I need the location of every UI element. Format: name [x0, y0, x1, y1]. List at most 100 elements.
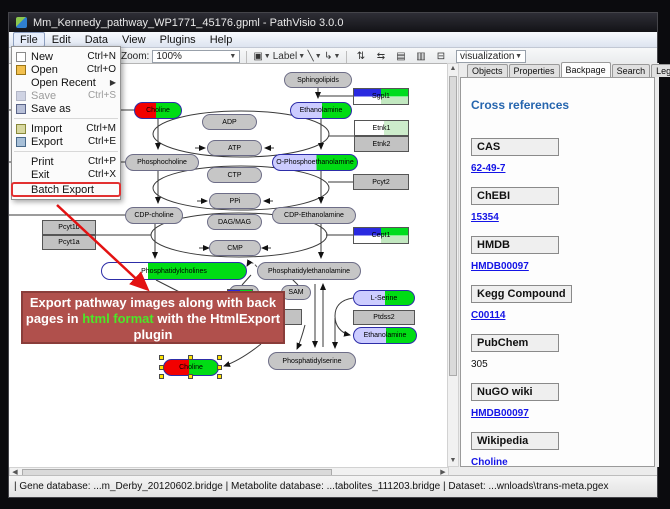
- menu-file[interactable]: File: [13, 32, 45, 47]
- node-dag-mag-14[interactable]: DAG/MAG: [207, 214, 262, 230]
- align-center-button[interactable]: ⇅: [353, 50, 368, 64]
- connector-tool-button-icon: ↳: [324, 51, 332, 62]
- file-menu-item-print[interactable]: PrintCtrl+P: [12, 155, 120, 168]
- file-menu-item-open-recent[interactable]: Open Recent▶: [12, 76, 120, 89]
- menu-item-shortcut: Ctrl+M: [86, 123, 116, 134]
- crossref-link[interactable]: 15354: [471, 212, 499, 223]
- node-phosphatidylethanolamine-21[interactable]: Phosphatidylethanolamine: [257, 262, 361, 280]
- visualization-combobox[interactable]: visualization ▼: [456, 50, 526, 63]
- node-cept1-16[interactable]: Cept1: [353, 227, 409, 244]
- node-o-phosphoethanolamine-9[interactable]: O-Phosphoethanolamine: [272, 154, 358, 171]
- menu-item-label: Open: [31, 64, 82, 76]
- node-ppi-12[interactable]: PPi: [209, 193, 261, 209]
- stack-horizontal-icon: ▥: [416, 51, 425, 62]
- node-etnk2-6[interactable]: Etnk2: [354, 136, 409, 152]
- file-menu-item-save-as[interactable]: Save as: [12, 102, 120, 115]
- menu-data[interactable]: Data: [78, 32, 115, 47]
- blank-icon: [16, 170, 26, 180]
- crossref-value: 305: [471, 359, 488, 370]
- file-menu-item-export[interactable]: ExportCtrl+E: [12, 135, 120, 148]
- node-atp-7[interactable]: ATP: [207, 140, 262, 156]
- zoom-combobox[interactable]: 100% ▼: [152, 50, 240, 63]
- tab-properties[interactable]: Properties: [509, 64, 560, 77]
- line-tool-button-icon: ╲: [308, 51, 314, 62]
- crossref-link[interactable]: HMDB00097: [471, 261, 529, 272]
- toolbar-align: ⇅⇆▤▥⊟⊏: [353, 50, 468, 64]
- zoom-value: 100%: [156, 51, 182, 62]
- canvas-vertical-scrollbar[interactable]: ▲ ▼: [447, 63, 459, 467]
- file-menu-item-exit[interactable]: ExitCtrl+X: [12, 168, 120, 181]
- node-l-serine-25[interactable]: L-Serine: [353, 290, 415, 306]
- crossref-link[interactable]: 62-49-7: [471, 163, 505, 174]
- node-etnk1-5[interactable]: Etnk1: [354, 120, 409, 136]
- side-panel: ObjectsPropertiesBackpageSearchLegend Cr…: [459, 63, 659, 467]
- section-header: NuGO wiki: [471, 383, 559, 401]
- menu-view[interactable]: View: [115, 32, 153, 47]
- selection-handle[interactable]: [188, 355, 193, 360]
- toolbar-separator: [246, 51, 247, 63]
- blank-icon: [16, 157, 26, 167]
- menu-separator: [14, 118, 118, 119]
- selection-handle[interactable]: [217, 365, 222, 370]
- common-size-button[interactable]: ⊟: [433, 50, 448, 64]
- node-sam-23[interactable]: SAM: [281, 285, 311, 300]
- vscroll-thumb[interactable]: [449, 76, 457, 376]
- align-middle-button[interactable]: ⇆: [373, 50, 388, 64]
- stack-vertical-button[interactable]: ▤: [393, 50, 408, 64]
- crossref-section-cas: CAS62-49-7: [471, 138, 646, 174]
- node-phosphatidylcholines-20[interactable]: Phosphatidylcholines: [101, 262, 247, 280]
- annotation-text: Export pathway images along with back pa…: [26, 295, 280, 342]
- node-pcyt1b-18[interactable]: Pcyt1b: [42, 220, 96, 235]
- selection-handle[interactable]: [217, 374, 222, 379]
- stack-horizontal-button[interactable]: ▥: [413, 50, 428, 64]
- menu-edit[interactable]: Edit: [45, 32, 78, 47]
- crossref-section-chebi: ChEBI15354: [471, 187, 646, 223]
- selection-handle[interactable]: [217, 355, 222, 360]
- menu-plugins[interactable]: Plugins: [153, 32, 203, 47]
- section-header: PubChem: [471, 334, 559, 352]
- node-pcyt1a-19[interactable]: Pcyt1a: [42, 235, 96, 250]
- selection-handle[interactable]: [159, 355, 164, 360]
- node-cmp-17[interactable]: CMP: [209, 240, 261, 256]
- node-ctp-10[interactable]: CTP: [207, 167, 262, 183]
- node-cdp-choline-13[interactable]: CDP-choline: [125, 207, 183, 224]
- pathvisio-app-icon: [16, 17, 27, 28]
- menu-help[interactable]: Help: [203, 32, 240, 47]
- node-anchor-box[interactable]: [284, 309, 302, 325]
- open-folder-icon: [16, 65, 26, 75]
- file-menu-item-open[interactable]: OpenCtrl+O: [12, 63, 120, 76]
- label-tool-button[interactable]: Label▼: [273, 50, 305, 64]
- tab-search[interactable]: Search: [612, 64, 651, 77]
- node-phosphatidylserine-29[interactable]: Phosphatidylserine: [268, 352, 356, 370]
- node-choline-2[interactable]: Choline: [134, 102, 182, 119]
- menu-item-label: Print: [31, 156, 83, 168]
- selection-handle[interactable]: [159, 374, 164, 379]
- datanode-tool-button-icon: ▣: [253, 51, 262, 62]
- crossref-link[interactable]: Choline: [471, 457, 508, 467]
- node-phosphocholine-8[interactable]: Phosphocholine: [125, 154, 199, 171]
- node-adp-4[interactable]: ADP: [202, 114, 257, 130]
- node-pcyt2-11[interactable]: Pcyt2: [353, 174, 409, 190]
- tab-legend[interactable]: Legend: [651, 64, 670, 77]
- tab-objects[interactable]: Objects: [467, 64, 508, 77]
- section-header: Wikipedia: [471, 432, 559, 450]
- selection-handle[interactable]: [159, 365, 164, 370]
- node-sgpl1-1[interactable]: Sgpl1: [353, 88, 409, 105]
- node-ethanolamine-3[interactable]: Ethanolamine: [290, 102, 352, 119]
- node-ptdss2-26[interactable]: Ptdss2: [353, 310, 415, 325]
- connector-tool-button[interactable]: ↳▼: [324, 50, 340, 64]
- tab-backpage[interactable]: Backpage: [561, 62, 611, 77]
- line-tool-button[interactable]: ╲▼: [307, 50, 322, 64]
- crossref-link[interactable]: HMDB00097: [471, 408, 529, 419]
- node-sphingolipids-0[interactable]: Sphingolipids: [284, 72, 352, 88]
- file-menu-item-new[interactable]: NewCtrl+N: [12, 50, 120, 63]
- file-menu-item-batch-export[interactable]: Batch Export: [12, 183, 120, 196]
- datanode-tool-button[interactable]: ▣▼: [253, 50, 270, 64]
- selection-handle[interactable]: [188, 374, 193, 379]
- crossref-link[interactable]: C00114: [471, 310, 505, 321]
- node-cdp-ethanolamine-15[interactable]: CDP-Ethanolamine: [272, 207, 356, 224]
- file-menu-item-import[interactable]: ImportCtrl+M: [12, 122, 120, 135]
- node-ethanolamine-27[interactable]: Ethanolamine: [353, 327, 417, 344]
- scroll-down-icon[interactable]: ▼: [448, 456, 458, 466]
- scroll-up-icon[interactable]: ▲: [448, 64, 458, 74]
